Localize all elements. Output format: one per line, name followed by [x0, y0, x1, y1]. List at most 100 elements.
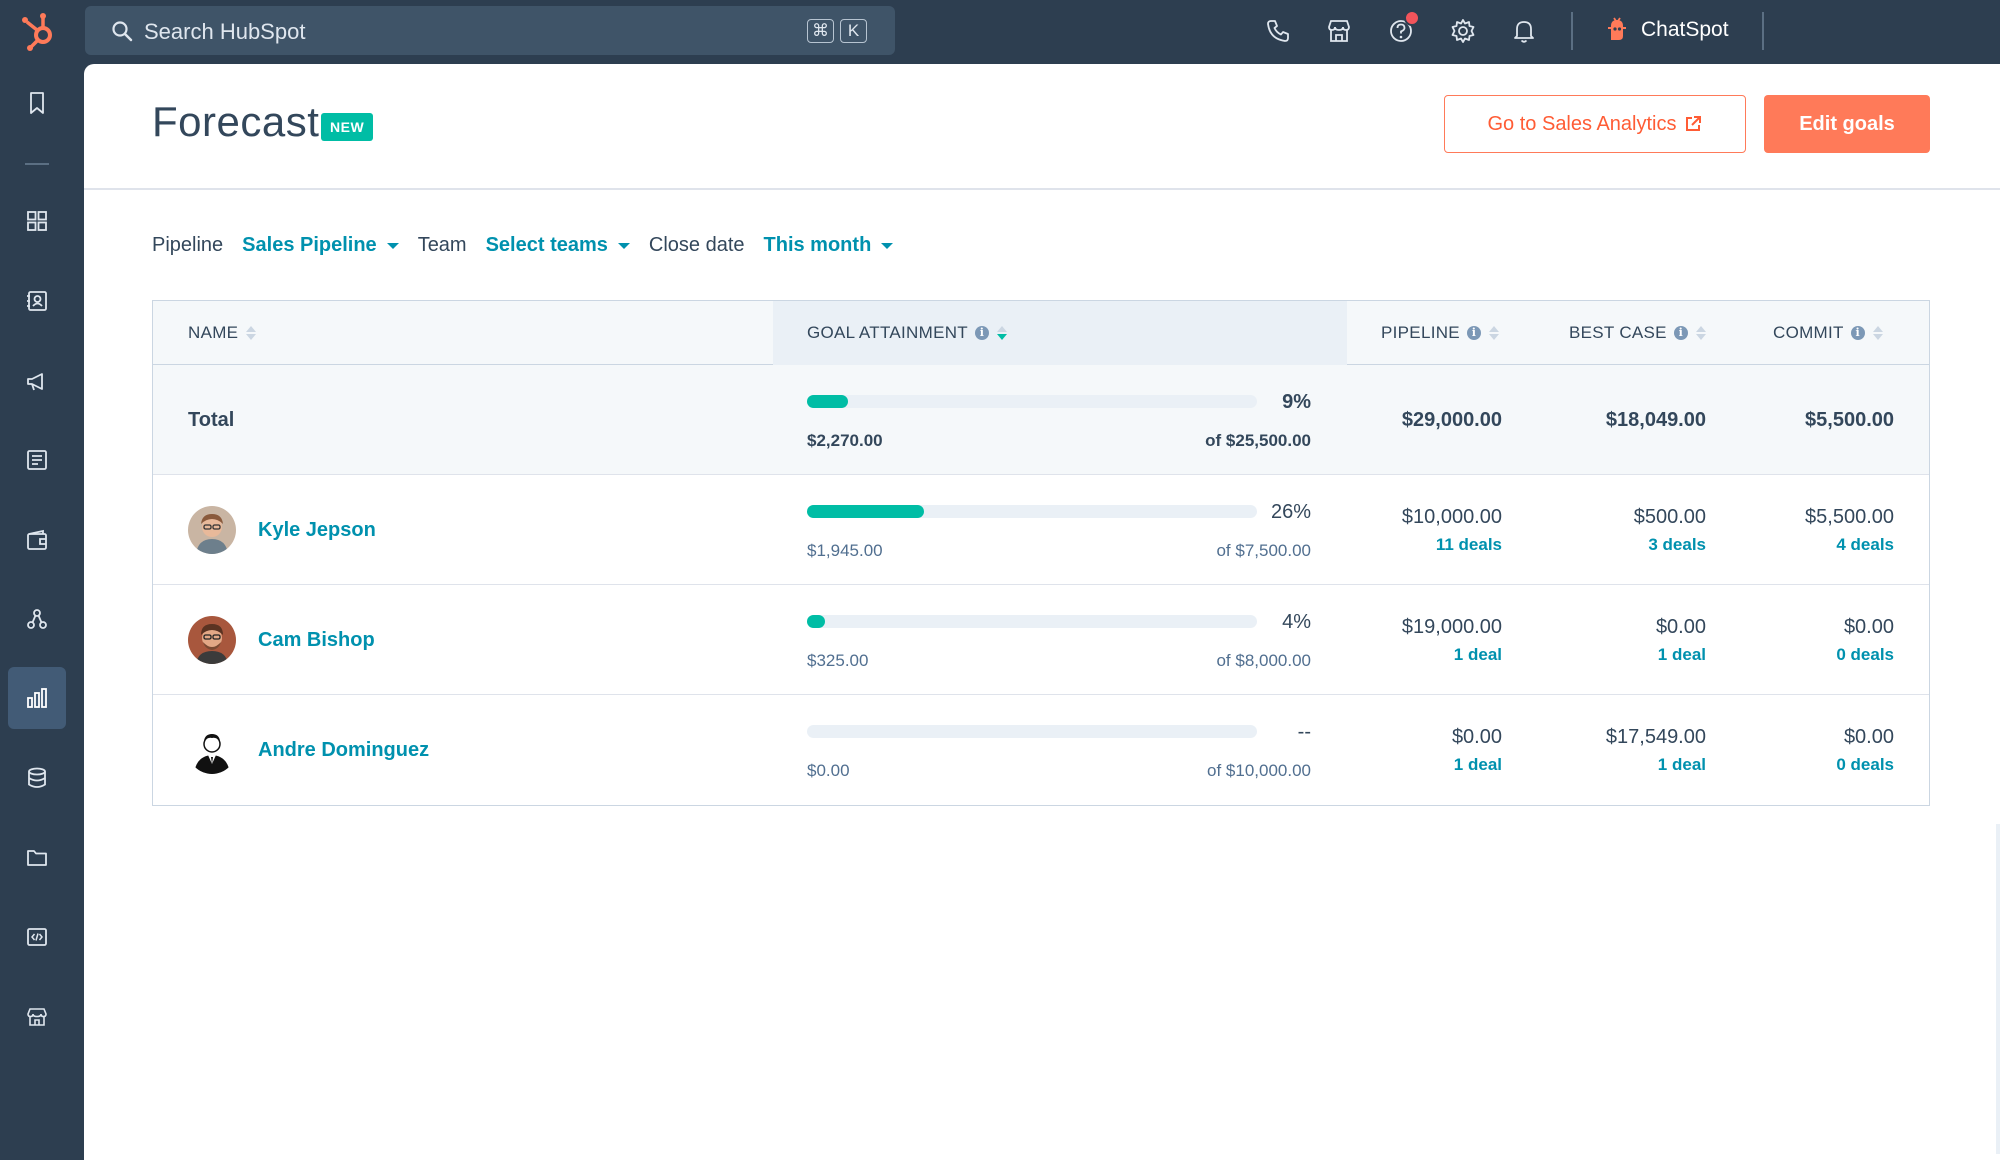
- go-to-sales-analytics-button[interactable]: Go to Sales Analytics: [1444, 95, 1746, 153]
- sort-icon: [1695, 326, 1706, 340]
- attainment-percent: --: [1297, 721, 1311, 743]
- hubspot-logo-icon[interactable]: [20, 10, 58, 52]
- nav-dashboard[interactable]: [8, 190, 66, 252]
- nav-content[interactable]: [8, 429, 66, 491]
- progress-bar-fill: [807, 395, 848, 408]
- search-input[interactable]: Search HubSpot: [144, 19, 305, 45]
- rep-name-cell: Andre Dominguez: [188, 695, 429, 805]
- nav-bookmarks[interactable]: [8, 72, 66, 134]
- nav-contacts[interactable]: [8, 270, 66, 332]
- dashboard-icon: [27, 211, 47, 231]
- chatspot-icon: [1608, 17, 1626, 40]
- marketplace-icon[interactable]: [1325, 17, 1353, 45]
- reporting-icon: [27, 688, 47, 708]
- pipeline-cell: $29,000.00: [1402, 365, 1502, 475]
- rep-name-link[interactable]: Andre Dominguez: [258, 739, 429, 762]
- bookmark-icon: [30, 92, 44, 114]
- phone-icon[interactable]: [1264, 17, 1292, 45]
- rep-name-link[interactable]: Cam Bishop: [258, 629, 375, 652]
- table-row: Kyle Jepson 26% $1,945.00 of $7,500.00 $…: [153, 475, 1929, 585]
- nav-data[interactable]: [8, 747, 66, 809]
- commit-cell: $5,500.00: [1805, 365, 1894, 475]
- table-row: Andre Dominguez -- $0.00 of $10,000.00 $…: [153, 695, 1929, 805]
- goal-attainment-cell: 4% $325.00 of $8,000.00: [807, 585, 1311, 695]
- contacts-icon: [27, 291, 47, 311]
- column-header-goal-attainment[interactable]: GOAL ATTAINMENT i: [807, 323, 1007, 343]
- nav-automation[interactable]: [8, 588, 66, 650]
- pipeline-filter-dropdown[interactable]: Sales Pipeline: [242, 234, 399, 257]
- total-label: Total: [188, 408, 235, 431]
- search-icon: [112, 21, 133, 42]
- development-icon: [27, 928, 47, 946]
- column-header-name[interactable]: NAME: [188, 323, 257, 343]
- pipeline-deals-link[interactable]: 1 deal: [1454, 755, 1502, 775]
- pipeline-cell: $0.00 1 deal: [1452, 695, 1502, 805]
- progress-bar: [807, 615, 1257, 628]
- sort-icon: [1872, 326, 1883, 340]
- pipeline-deals-link[interactable]: 1 deal: [1454, 645, 1502, 665]
- notifications-icon[interactable]: [1510, 17, 1538, 45]
- chatspot-button[interactable]: ChatSpot: [1605, 16, 1729, 44]
- settings-icon[interactable]: [1449, 17, 1477, 45]
- commit-deals-link[interactable]: 0 deals: [1836, 755, 1894, 775]
- goal-amount: of $7,500.00: [1216, 541, 1311, 560]
- page-header: Forecast NEW Go to Sales Analytics Edit …: [84, 64, 2000, 190]
- commit-amount: $0.00: [1843, 725, 1894, 748]
- close-date-filter-value: This month: [763, 234, 872, 256]
- go-to-sales-analytics-label: Go to Sales Analytics: [1487, 112, 1677, 135]
- avatar: [188, 506, 236, 554]
- main-content: Forecast NEW Go to Sales Analytics Edit …: [84, 64, 2000, 1160]
- pipeline-amount: $19,000.00: [1401, 615, 1502, 638]
- best-case-amount: $18,049.00: [1605, 408, 1706, 431]
- marketplace-icon: [27, 1008, 47, 1026]
- column-header-best-case[interactable]: BEST CASE i: [1569, 323, 1706, 343]
- top-navigation-bar: Search HubSpot ⌘ K ChatSpot: [0, 0, 2000, 64]
- pipeline-amount: $29,000.00: [1401, 408, 1502, 431]
- close-date-filter-label: Close date: [648, 234, 745, 256]
- nav-reporting[interactable]: [8, 667, 66, 729]
- info-icon[interactable]: i: [1466, 326, 1481, 340]
- info-icon[interactable]: i: [974, 326, 989, 340]
- nav-marketing[interactable]: [8, 350, 66, 412]
- nav-library[interactable]: [8, 827, 66, 889]
- close-date-filter-dropdown[interactable]: This month: [764, 234, 894, 257]
- attained-amount: $0.00: [807, 761, 850, 780]
- commit-deals-link[interactable]: 4 deals: [1836, 535, 1894, 555]
- commit-amount: $0.00: [1843, 615, 1894, 638]
- rep-name-link[interactable]: Kyle Jepson: [258, 519, 376, 542]
- column-goal-label: GOAL ATTAINMENT: [807, 323, 968, 342]
- avatar: [188, 616, 236, 664]
- marketing-icon: [27, 373, 43, 391]
- goal-amount: of $8,000.00: [1216, 651, 1311, 670]
- best-case-deals-link[interactable]: 1 deal: [1658, 755, 1706, 775]
- team-filter-dropdown[interactable]: Select teams: [486, 234, 630, 257]
- column-header-commit[interactable]: COMMIT i: [1773, 323, 1883, 343]
- progress-bar: [807, 505, 1257, 518]
- search-bar[interactable]: Search HubSpot ⌘ K: [85, 6, 895, 55]
- progress-bar-fill: [807, 505, 924, 518]
- commit-deals-link[interactable]: 0 deals: [1836, 645, 1894, 665]
- pipeline-filter-value: Sales Pipeline: [242, 234, 377, 256]
- column-commit-label: COMMIT: [1773, 323, 1844, 342]
- page-title: Forecast: [152, 98, 320, 145]
- nav-commerce[interactable]: [8, 509, 66, 571]
- info-icon[interactable]: i: [1850, 326, 1865, 340]
- best-case-deals-link[interactable]: 1 deal: [1658, 645, 1706, 665]
- attained-amount: $325.00: [807, 651, 869, 670]
- nav-divider: [25, 163, 49, 165]
- info-icon[interactable]: i: [1673, 326, 1688, 340]
- column-header-pipeline[interactable]: PIPELINE i: [1381, 323, 1499, 343]
- scrollbar[interactable]: [1996, 824, 2000, 1154]
- goal-attainment-cell: 26% $1,945.00 of $7,500.00: [807, 475, 1311, 585]
- commit-cell: $0.00 0 deals: [1836, 695, 1894, 805]
- goal-amount: of $25,500.00: [1205, 431, 1311, 450]
- pipeline-deals-link[interactable]: 11 deals: [1436, 535, 1502, 555]
- nav-marketplace[interactable]: [8, 986, 66, 1048]
- data-icon: [28, 767, 46, 788]
- goal-attainment-cell: -- $0.00 of $10,000.00: [807, 695, 1311, 805]
- progress-bar-fill: [807, 615, 825, 628]
- best-case-deals-link[interactable]: 3 deals: [1648, 535, 1706, 555]
- best-case-amount: $500.00: [1633, 505, 1706, 528]
- nav-development[interactable]: [8, 906, 66, 968]
- edit-goals-button[interactable]: Edit goals: [1764, 95, 1930, 153]
